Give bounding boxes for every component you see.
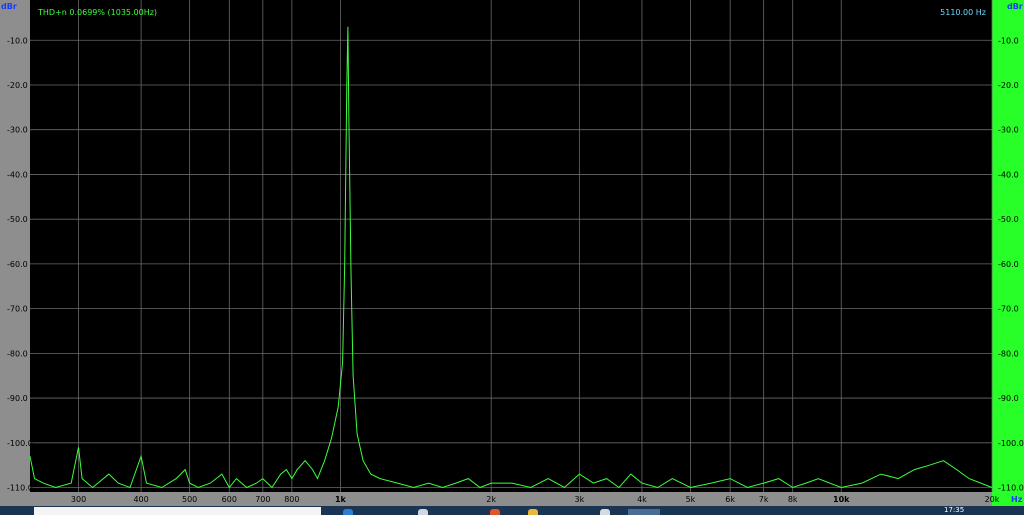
y-tick-label: -70.0 — [7, 305, 28, 314]
y-tick-label: -60.0 — [7, 260, 28, 269]
y-tick-label: -40.0 — [7, 170, 28, 179]
x-tick-label: 8k — [788, 495, 798, 504]
y-tick-label: -10.0 — [7, 36, 28, 45]
y-tick-label: -100.0 — [7, 439, 33, 448]
y-unit-right: dBr — [1007, 2, 1023, 11]
y-tick-label: -30.0 — [998, 126, 1019, 135]
folder-icon[interactable] — [528, 509, 538, 515]
x-tick-label: 2k — [486, 495, 496, 504]
x-tick-label: 10k — [833, 495, 850, 504]
x-tick-label: 7k — [759, 495, 769, 504]
y-tick-label: -20.0 — [998, 81, 1019, 90]
left-axis-panel — [0, 0, 30, 506]
y-tick-label: -70.0 — [998, 305, 1019, 314]
x-unit-label: Hz — [1011, 495, 1023, 504]
x-tick-label: 700 — [255, 495, 270, 504]
x-tick-label: 300 — [71, 495, 86, 504]
y-tick-label: -90.0 — [998, 394, 1019, 403]
y-tick-label: -110.0 — [998, 484, 1024, 493]
frequency-readout: 5110.00 Hz — [940, 8, 986, 17]
y-tick-label: -100.0 — [998, 439, 1024, 448]
y-tick-label: -60.0 — [998, 260, 1019, 269]
firefox-icon[interactable] — [490, 509, 500, 515]
taskbar-search-box[interactable] — [34, 507, 321, 515]
y-tick-label: -10.0 — [998, 36, 1019, 45]
x-tick-label: 3k — [574, 495, 584, 504]
x-tick-label: 1k — [335, 495, 347, 504]
x-tick-label: 5k — [686, 495, 696, 504]
y-tick-label: -110.0 — [7, 484, 33, 493]
y-tick-label: -50.0 — [998, 215, 1019, 224]
y-tick-label: -30.0 — [7, 126, 28, 135]
y-tick-label: -40.0 — [998, 170, 1019, 179]
thd-readout: THD+n 0.0699% (1035.00Hz) — [37, 8, 157, 17]
y-unit-left: dBr — [1, 2, 17, 11]
x-tick-label: 400 — [133, 495, 148, 504]
x-tick-label: 600 — [222, 495, 237, 504]
plot-area — [30, 0, 992, 492]
y-tick-label: -80.0 — [7, 349, 28, 358]
taskbar-clock: 17:35 — [944, 506, 965, 514]
y-tick-label: -20.0 — [7, 81, 28, 90]
x-tick-label: 20k — [985, 495, 1000, 504]
x-tick-label: 6k — [725, 495, 735, 504]
y-tick-label: -80.0 — [998, 349, 1019, 358]
x-tick-label: 500 — [182, 495, 197, 504]
app-icon[interactable] — [600, 509, 610, 515]
x-tick-label: 4k — [637, 495, 647, 504]
y-tick-label: -90.0 — [7, 394, 28, 403]
browser-icon[interactable] — [343, 509, 353, 515]
right-axis-panel — [992, 0, 1024, 506]
x-tick-label: 800 — [284, 495, 299, 504]
media-icon[interactable] — [418, 509, 428, 515]
y-tick-label: -50.0 — [7, 215, 28, 224]
spectrum-chart: -10.0 -20.0 -30.0 -40.0 -50.0 -60.0 -70.0 -80.0… — [0, 0, 1024, 506]
active-window-icon[interactable] — [628, 509, 660, 515]
